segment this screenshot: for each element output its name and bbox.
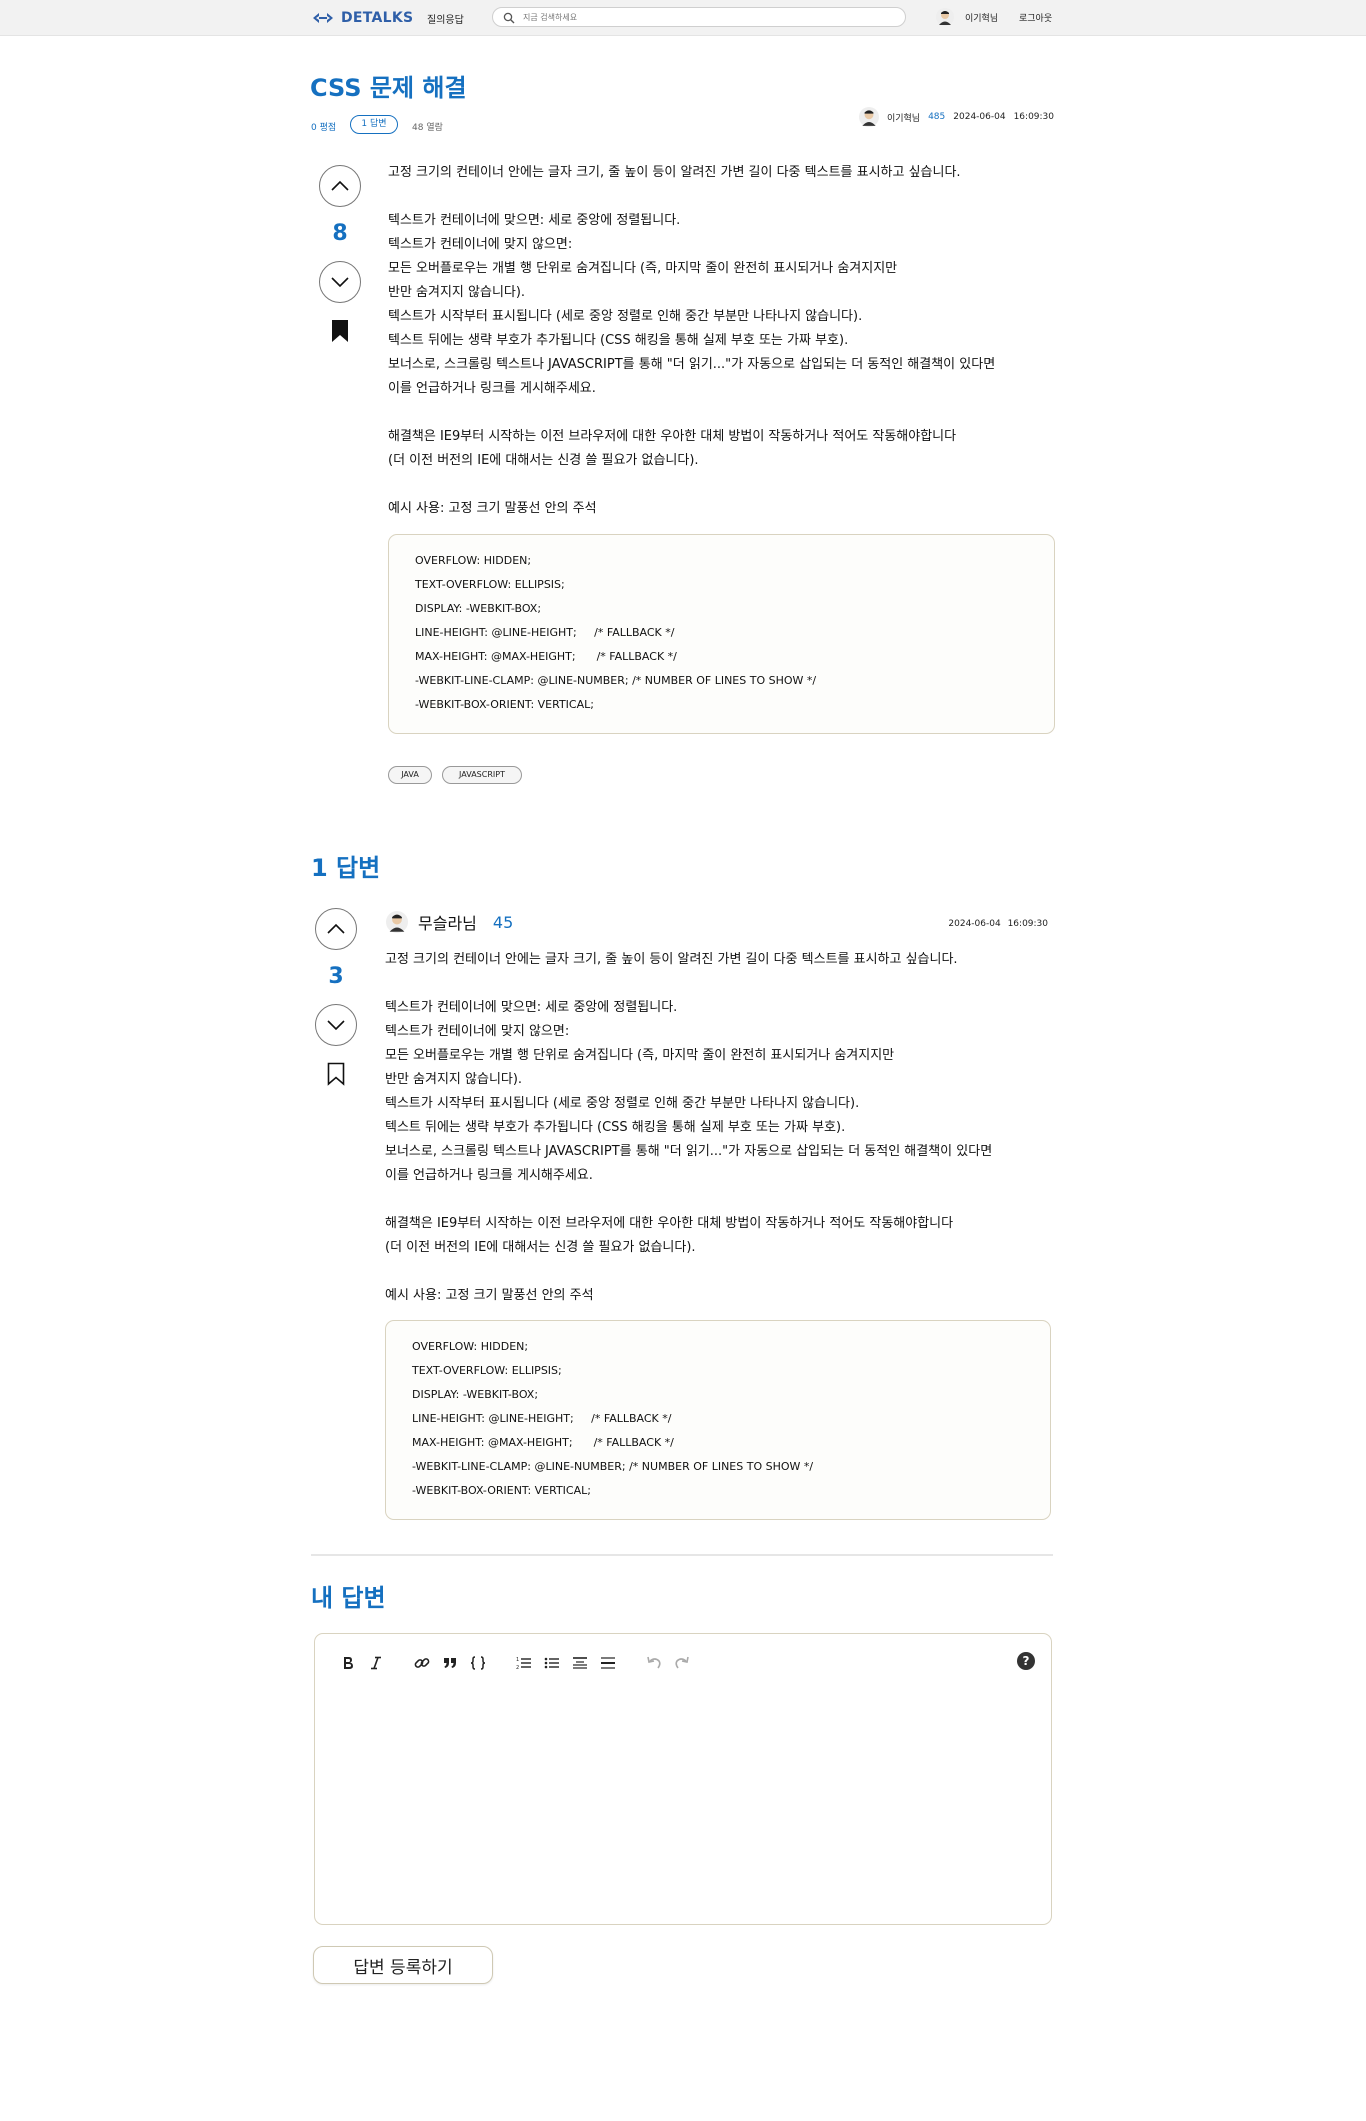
question-code-block: OVERFLOW: HIDDEN; TEXT-OVERFLOW: ELLIPSI… xyxy=(388,534,1055,734)
code-line: -WEBKIT-BOX-ORIENT: VERTICAL; xyxy=(412,1484,591,1497)
answer-date: 2024-06-04 xyxy=(948,919,1001,929)
tag-javascript[interactable]: JAVASCRIPT xyxy=(442,766,522,784)
heading-button[interactable] xyxy=(569,1654,591,1672)
answer-datetime: 2024-06-04 16:09:30 xyxy=(948,919,1048,929)
code-braces-icon xyxy=(470,1656,486,1670)
my-answer-title: 내 답변 xyxy=(311,1584,386,1612)
question-date: 2024-06-04 xyxy=(953,112,1006,122)
undo-button[interactable] xyxy=(643,1654,665,1672)
question-author-info: 이기혁님 485 2024-06-04 16:09:30 xyxy=(858,107,1054,127)
question-view-count: 48 열람 xyxy=(412,123,443,133)
code-line: -WEBKIT-LINE-CLAMP: @LINE-NUMBER; /* NUM… xyxy=(415,674,817,687)
answer-vote-count: 3 xyxy=(328,964,344,989)
question-vote-panel: 8 xyxy=(317,165,363,347)
answer-editor-textarea[interactable] xyxy=(331,1688,1035,1908)
code-line: LINE-HEIGHT: @LINE-HEIGHT; /* FALLBACK *… xyxy=(412,1412,672,1425)
quote-button[interactable] xyxy=(439,1654,461,1672)
question-bookmark-button[interactable] xyxy=(317,319,363,347)
code-line: TEXT-OVERFLOW: ELLIPSIS; xyxy=(415,578,565,591)
editor-toolbar: 12 xyxy=(337,1654,699,1672)
code-line: DISPLAY: -WEBKIT-BOX; xyxy=(415,602,542,615)
code-line: OVERFLOW: HIDDEN; xyxy=(412,1340,529,1353)
quote-icon xyxy=(444,1658,456,1668)
answer-code-block: OVERFLOW: HIDDEN; TEXT-OVERFLOW: ELLIPSI… xyxy=(385,1320,1051,1520)
search-bar[interactable] xyxy=(492,7,906,27)
horizontal-rule-icon xyxy=(601,1657,615,1669)
svg-text:2: 2 xyxy=(516,1665,519,1670)
header-user-name[interactable]: 이기혁님 xyxy=(965,11,998,24)
code-line: MAX-HEIGHT: @MAX-HEIGHT; /* FALLBACK */ xyxy=(415,650,677,663)
section-divider xyxy=(311,1554,1053,1556)
logo-icon xyxy=(313,13,333,23)
question-score: 0 평점 xyxy=(311,123,337,133)
question-upvote-button[interactable] xyxy=(319,165,361,207)
redo-button[interactable] xyxy=(671,1654,693,1672)
code-line: DISPLAY: -WEBKIT-BOX; xyxy=(412,1388,539,1401)
italic-button[interactable] xyxy=(365,1654,387,1672)
search-icon xyxy=(503,12,515,24)
horizontal-rule-button[interactable] xyxy=(597,1654,619,1672)
logo[interactable]: DETALKS xyxy=(311,8,413,28)
search-input[interactable] xyxy=(523,11,883,24)
undo-icon xyxy=(647,1656,661,1669)
user-avatar[interactable] xyxy=(936,8,954,26)
chevron-up-icon xyxy=(327,923,345,934)
answer-author-reputation: 45 xyxy=(492,912,514,932)
code-line: -WEBKIT-BOX-ORIENT: VERTICAL; xyxy=(415,698,594,711)
code-line: TEXT-OVERFLOW: ELLIPSIS; xyxy=(412,1364,562,1377)
ordered-list-button[interactable]: 12 xyxy=(513,1654,535,1672)
answer-author-info: 무슬라님 45 xyxy=(386,910,513,934)
answer-author-name[interactable]: 무슬라님 xyxy=(418,910,477,934)
answer-body: 고정 크기의 컨테이너 안에는 글자 크기, 줄 높이 등이 알려진 가변 길이… xyxy=(385,952,993,1303)
answer-vote-panel: 3 xyxy=(313,908,359,1090)
bookmark-outline-icon xyxy=(327,1062,345,1086)
answer-upvote-button[interactable] xyxy=(315,908,357,950)
answer-time: 16:09:30 xyxy=(1007,919,1048,929)
help-icon[interactable]: ? xyxy=(1017,1652,1035,1670)
question-body: 고정 크기의 컨테이너 안에는 글자 크기, 줄 높이 등이 알려진 가변 길이… xyxy=(388,165,996,516)
answer-editor: 12 ? xyxy=(314,1633,1052,1925)
code-button[interactable] xyxy=(467,1654,489,1672)
italic-icon xyxy=(371,1656,381,1670)
question-author-reputation: 485 xyxy=(928,112,946,122)
bold-icon xyxy=(344,1657,353,1669)
answer-downvote-button[interactable] xyxy=(315,1004,357,1046)
chevron-up-icon xyxy=(331,180,349,191)
question-author-name[interactable]: 이기혁님 xyxy=(887,111,920,124)
answer-author-avatar[interactable] xyxy=(386,911,408,933)
code-line: OVERFLOW: HIDDEN; xyxy=(415,554,532,567)
bullet-list-button[interactable] xyxy=(541,1654,563,1672)
logout-link[interactable]: 로그아웃 xyxy=(1019,11,1052,24)
link-button[interactable] xyxy=(411,1654,433,1672)
link-icon xyxy=(414,1658,430,1668)
bold-button[interactable] xyxy=(337,1654,359,1672)
question-time: 16:09:30 xyxy=(1013,112,1054,122)
question-vote-count: 8 xyxy=(332,221,348,246)
answer-bookmark-button[interactable] xyxy=(313,1062,359,1090)
chevron-down-icon xyxy=(327,1020,345,1031)
question-downvote-button[interactable] xyxy=(319,261,361,303)
question-answer-count-badge[interactable]: 1 답변 xyxy=(350,115,398,134)
question-author-avatar[interactable] xyxy=(858,107,879,127)
redo-icon xyxy=(675,1656,689,1669)
code-line: -WEBKIT-LINE-CLAMP: @LINE-NUMBER; /* NUM… xyxy=(412,1460,814,1473)
heading-icon xyxy=(573,1657,587,1669)
bullet-list-icon xyxy=(544,1657,559,1669)
submit-answer-button[interactable]: 답변 등록하기 xyxy=(313,1946,493,1984)
ordered-list-icon: 12 xyxy=(516,1657,531,1670)
answers-section-title: 1 답변 xyxy=(311,854,381,882)
bookmark-filled-icon xyxy=(332,320,348,342)
code-line: LINE-HEIGHT: @LINE-HEIGHT; /* FALLBACK *… xyxy=(415,626,675,639)
question-title: CSS 문제 해결 xyxy=(310,74,467,102)
logo-text: DETALKS xyxy=(341,10,414,26)
tag-java[interactable]: JAVA xyxy=(388,766,432,784)
svg-text:1: 1 xyxy=(516,1657,519,1663)
nav-qa-link[interactable]: 질의응답 xyxy=(427,11,464,26)
chevron-down-icon xyxy=(331,277,349,288)
top-navigation-bar: DETALKS 질의응답 이기혁님 로그아웃 xyxy=(0,0,1366,36)
code-line: MAX-HEIGHT: @MAX-HEIGHT; /* FALLBACK */ xyxy=(412,1436,674,1449)
